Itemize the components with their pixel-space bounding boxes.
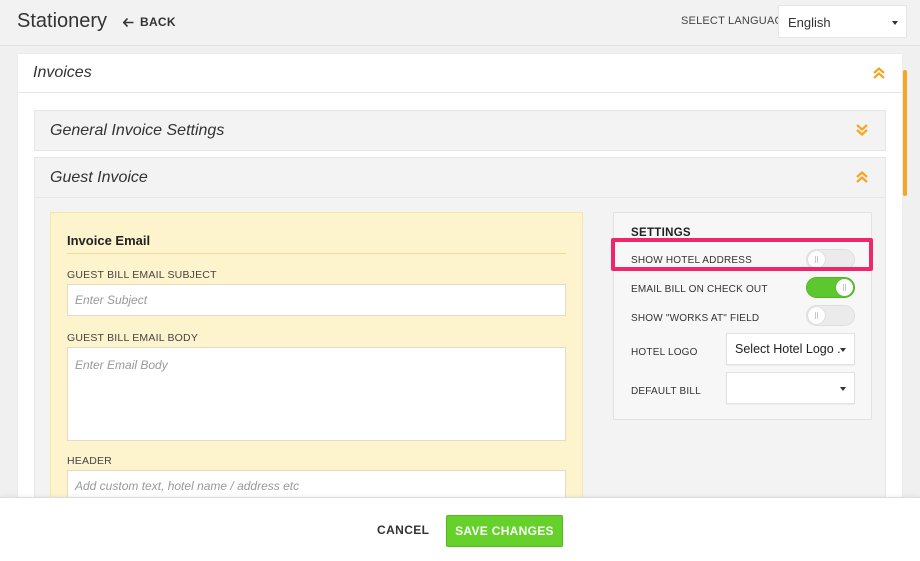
top-bar: Stationery BACK SELECT LANGUAGE English (0, 0, 920, 46)
accordion-title: Guest Invoice (50, 169, 148, 186)
language-value: English (788, 15, 831, 30)
chevron-double-up-icon[interactable] (855, 171, 869, 183)
email-body-label: GUEST BILL EMAIL BODY (67, 332, 199, 344)
default-bill-label: DEFAULT BILL (631, 386, 701, 397)
subject-label: GUEST BILL EMAIL SUBJECT (67, 269, 217, 281)
highlight-box (611, 238, 873, 271)
invoice-email-card: Invoice Email GUEST BILL EMAIL SUBJECT E… (50, 212, 583, 524)
save-changes-button[interactable]: SAVE CHANGES (446, 515, 563, 547)
back-button[interactable]: BACK (123, 15, 176, 29)
back-label: BACK (140, 15, 176, 29)
caret-down-icon (892, 21, 898, 25)
chevron-double-down-icon[interactable] (855, 124, 869, 136)
scrollbar[interactable] (903, 70, 907, 196)
toggle-knob (808, 307, 825, 324)
invoices-panel: Invoices General Invoice Settings Guest … (17, 53, 903, 524)
email-bill-on-checkout-toggle[interactable] (806, 277, 855, 298)
hotel-logo-value: Select Hotel Logo . (735, 342, 841, 356)
show-works-at-label: SHOW "WORKS AT" FIELD (631, 313, 760, 324)
header-label: HEADER (67, 455, 112, 467)
cancel-button[interactable]: CANCEL (377, 523, 429, 537)
invoice-email-title: Invoice Email (67, 233, 151, 248)
divider (67, 253, 566, 254)
hotel-logo-select[interactable]: Select Hotel Logo . (726, 333, 855, 365)
language-select[interactable]: English (778, 5, 907, 38)
email-bill-on-checkout-label: EMAIL BILL ON CHECK OUT (631, 284, 768, 295)
invoices-title: Invoices (33, 64, 92, 81)
language-label: SELECT LANGUAGE (681, 15, 791, 27)
divider (18, 92, 902, 93)
hotel-logo-label: HOTEL LOGO (631, 347, 698, 358)
page-title: Stationery (17, 10, 108, 32)
toggle-knob (836, 279, 853, 296)
footer-bar: CANCEL SAVE CHANGES (0, 497, 920, 561)
chevron-double-up-icon[interactable] (872, 67, 886, 79)
show-works-at-toggle[interactable] (806, 305, 855, 326)
accordion-title: General Invoice Settings (50, 122, 225, 139)
email-body-textarea[interactable]: Enter Email Body (67, 347, 566, 441)
subject-input[interactable]: Enter Subject (67, 284, 566, 316)
accordion-general-invoice-settings[interactable]: General Invoice Settings (34, 110, 886, 151)
caret-down-icon (840, 348, 846, 352)
default-bill-select[interactable] (726, 372, 855, 404)
accordion-guest-invoice[interactable]: Guest Invoice (34, 157, 886, 198)
caret-down-icon (840, 387, 846, 391)
arrow-left-icon (123, 17, 134, 27)
